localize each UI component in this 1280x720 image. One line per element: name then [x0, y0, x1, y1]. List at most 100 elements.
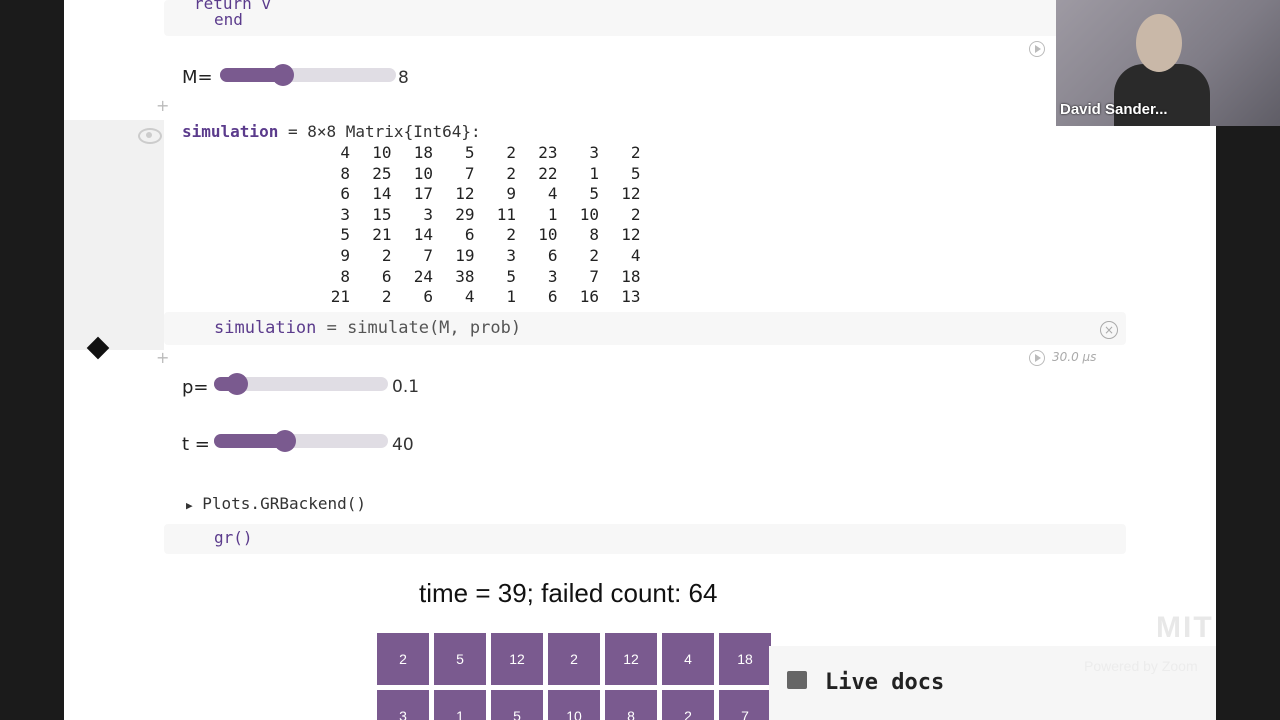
matrix-cell: 9 [506, 184, 516, 204]
run-time-label: 30.0 μs [1052, 350, 1097, 364]
matrix-cell: 2 [630, 204, 641, 224]
grid-cell: 18 [719, 633, 771, 685]
grid-cell: 12 [605, 633, 657, 685]
matrix-cell: 8 [340, 266, 350, 286]
grid-cell: 2 [377, 633, 429, 685]
matrix-cell: 2 [506, 225, 516, 245]
matrix-cell: 38 [455, 266, 475, 286]
matrix-cell: 6 [464, 225, 475, 245]
matrix-cell: 1 [589, 163, 599, 183]
matrix-cell: 9 [340, 246, 350, 265]
matrix-cell: 6 [547, 246, 558, 265]
matrix-cell: 10 [413, 163, 433, 183]
matrix-cell: 2 [589, 246, 599, 265]
matrix-cell: 22 [538, 163, 558, 183]
grid-cell: 4 [662, 633, 714, 685]
backend-text: Plots.GRBackend() [202, 494, 367, 513]
books-icon [787, 671, 807, 689]
matrix-cell: 4 [630, 246, 641, 265]
matrix-cell: 16 [579, 287, 599, 307]
expand-triangle-icon[interactable]: ▶ [186, 499, 193, 512]
matrix-var-name: simulation [182, 122, 279, 141]
matrix-cell: 18 [621, 266, 641, 286]
gr-call: gr() [214, 528, 253, 547]
matrix-cell: 13 [621, 287, 641, 307]
matrix-cell: 12 [621, 225, 641, 245]
matrix-header: simulation = 8×8 Matrix{Int64}: [182, 122, 481, 141]
matrix-cell: 7 [423, 246, 433, 265]
matrix-cell: 1 [547, 204, 558, 224]
matrix-cell: 2 [381, 287, 392, 307]
matrix-cell: 5 [464, 143, 475, 162]
matrix-cell: 6 [423, 287, 433, 307]
matrix-cell: 11 [496, 204, 516, 224]
matrix-cell: 5 [506, 266, 516, 286]
add-cell-icon[interactable]: + [156, 96, 169, 115]
backend-output[interactable]: ▶ Plots.GRBackend() [186, 494, 366, 513]
matrix-cell: 23 [538, 143, 558, 162]
matrix-cell: 17 [413, 184, 433, 204]
m-slider-label: M= [182, 67, 213, 88]
matrix-cell: 6 [381, 266, 392, 286]
grid-cell: 12 [491, 633, 543, 685]
matrix-cell: 25 [372, 163, 392, 183]
matrix-cell: 5 [340, 225, 350, 245]
matrix-cell: 21 [372, 225, 392, 245]
grid-cell: 3 [377, 690, 429, 720]
matrix-cell: 8 [589, 225, 599, 245]
matrix-cell: 29 [455, 204, 475, 224]
p-slider[interactable] [214, 373, 388, 395]
m-slider[interactable] [220, 64, 396, 86]
notebook-page: return v end M= 8 + simulation = 8×8 Mat… [64, 0, 1216, 720]
matrix-cell: 10 [372, 143, 392, 162]
matrix-type: = 8×8 Matrix{Int64}: [287, 122, 481, 141]
matrix-cell: 14 [372, 184, 392, 204]
t-slider[interactable] [214, 430, 388, 452]
matrix-cell: 8 [340, 163, 350, 183]
matrix-cell: 3 [589, 143, 599, 162]
run-cell-icon[interactable] [1029, 350, 1045, 366]
matrix-cell: 14 [413, 225, 433, 245]
matrix-cell: 3 [547, 266, 558, 286]
matrix-cell: 4 [464, 287, 475, 307]
grid-cell: 10 [548, 690, 600, 720]
matrix-cell: 1 [506, 287, 516, 307]
eye-icon[interactable] [138, 128, 162, 144]
matrix-cell: 4 [340, 143, 350, 162]
p-slider-knob[interactable] [226, 373, 248, 395]
t-slider-label: t = [182, 434, 210, 455]
code-line-gr: gr() [214, 528, 253, 547]
plot-title: time = 39; failed count: 64 [419, 578, 718, 608]
m-slider-knob[interactable] [272, 64, 294, 86]
simulate-var: simulation [214, 318, 317, 338]
code-cell-gr[interactable] [164, 524, 1126, 554]
live-docs-label: Live docs [825, 670, 945, 695]
matrix-cell: 24 [413, 266, 433, 286]
t-slider-value: 40 [392, 435, 414, 455]
mit-logo: MIT [1156, 611, 1214, 644]
code-line-end: end [214, 10, 243, 29]
matrix-cell: 6 [547, 287, 558, 307]
simulate-call: = simulate(M, prob) [316, 318, 522, 338]
grid-cell: 1 [434, 690, 486, 720]
add-cell-icon-2[interactable]: + [156, 348, 169, 367]
matrix-cell: 7 [464, 163, 475, 183]
matrix-cell: 10 [579, 204, 599, 224]
matrix-cell: 18 [413, 143, 433, 162]
code-line-simulate: simulation = simulate(M, prob) [214, 318, 521, 338]
close-icon[interactable]: × [1100, 321, 1118, 339]
run-cell-icon-top[interactable] [1029, 41, 1045, 57]
matrix-cell: 12 [621, 184, 641, 204]
matrix-cell: 5 [630, 163, 641, 183]
end-keyword: end [214, 10, 243, 29]
matrix-cell: 10 [538, 225, 558, 245]
webcam-name: David Sander... [1060, 101, 1168, 118]
webcam-video: David Sander... [1056, 0, 1280, 126]
matrix-cell: 2 [506, 143, 516, 162]
matrix-cell: 3 [506, 246, 516, 265]
matrix-cell: 2 [506, 163, 516, 183]
t-slider-knob[interactable] [274, 430, 296, 452]
grid-cell: 5 [491, 690, 543, 720]
matrix-cell: 19 [455, 246, 475, 265]
matrix-cell: 21 [330, 287, 350, 307]
